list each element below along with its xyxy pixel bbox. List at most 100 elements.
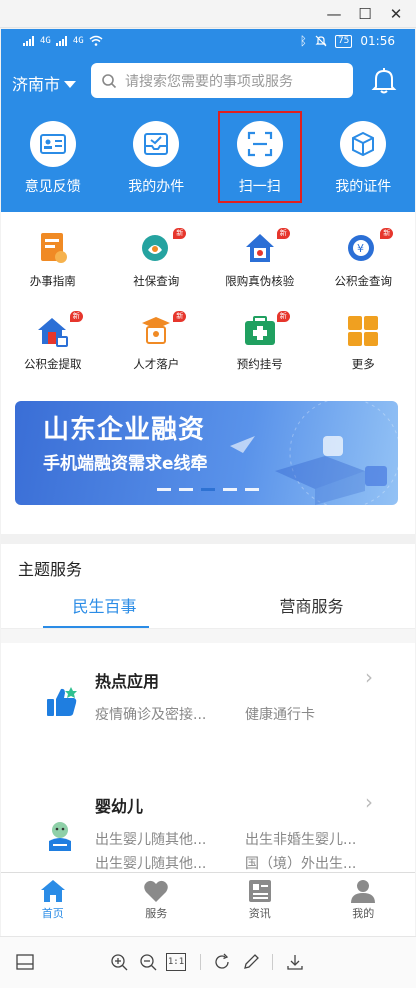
service-label: 办事指南: [29, 274, 76, 288]
cube-icon: [352, 131, 375, 157]
actual-size-button[interactable]: 1:1: [166, 953, 186, 971]
service-label: 预约挂号: [236, 357, 283, 371]
search-input[interactable]: 请搜索您需要的事项或服务: [91, 63, 353, 98]
window-titlebar: — ☐ ✕: [0, 0, 416, 28]
quick-action-my-cases[interactable]: 我的办件: [105, 113, 209, 201]
zoom-in-icon[interactable]: [108, 951, 130, 973]
bottom-tab-bar: 首页 服务 资讯 我的: [1, 872, 415, 926]
service-social-security[interactable]: 新 社保查询: [105, 212, 209, 289]
banner-subtitle: 手机端融资需求e线牵: [43, 454, 208, 474]
quick-action-my-certificates[interactable]: 我的证件: [312, 113, 416, 201]
tabbar-label: 我的: [352, 907, 375, 920]
wifi-icon: [89, 35, 103, 46]
clock: 01:56: [360, 34, 395, 48]
tabbar-me[interactable]: 我的: [312, 873, 416, 926]
feedback-card-icon: [39, 134, 66, 154]
toolbar-divider: [272, 954, 273, 970]
tab-livelihood[interactable]: 民生百事: [1, 589, 208, 628]
network-type-1: 4G: [40, 35, 51, 46]
topic-card-hot-apps[interactable]: 热点应用 › 疫情确诊及密接... 健康通行卡: [1, 643, 415, 753]
carousel-dot[interactable]: [179, 488, 193, 491]
tabbar-news[interactable]: 资讯: [208, 873, 312, 926]
search-icon: [102, 73, 117, 88]
person-icon: [351, 880, 376, 903]
new-badge: 新: [276, 311, 290, 322]
carousel-dot-active[interactable]: [201, 488, 215, 491]
fund-query-icon: ¥: [348, 235, 375, 261]
quick-action-label: 我的证件: [335, 179, 392, 195]
heart-icon: [144, 880, 169, 902]
service-house-verify[interactable]: 新 限购真伪核验: [208, 212, 312, 289]
quick-action-feedback[interactable]: 意见反馈: [1, 113, 105, 201]
service-appointment[interactable]: 新 预约挂号: [208, 295, 312, 372]
card-link[interactable]: 国（境）外出生...: [245, 853, 356, 873]
fund-withdraw-icon: [37, 318, 68, 347]
service-more[interactable]: 更多: [312, 295, 416, 372]
close-button[interactable]: ✕: [382, 3, 410, 25]
service-guide[interactable]: 办事指南: [1, 212, 105, 289]
topic-card-infant[interactable]: 婴幼儿 › 出生婴儿随其他... 出生非婚生婴儿... 出生婴儿随其他... 国…: [1, 771, 415, 872]
tabbar-services[interactable]: 服务: [105, 873, 209, 926]
card-link[interactable]: 疫情确诊及密接...: [95, 704, 206, 724]
toolbar-divider: [200, 954, 201, 970]
minimize-button[interactable]: —: [320, 3, 348, 25]
banner-title: 山东企业融资: [43, 415, 206, 445]
chevron-right-icon[interactable]: ›: [365, 665, 373, 689]
search-placeholder: 请搜索您需要的事项或服务: [125, 73, 293, 90]
card-link[interactable]: 出生婴儿随其他...: [95, 853, 206, 873]
header-area: 4G 4G ᛒ 75 01:56 济南市 请搜索您需要的事项或服务 意见反馈 我…: [1, 29, 415, 212]
service-fund-query[interactable]: ¥ 新 公积金查询: [312, 212, 416, 289]
bluetooth-icon: ᛒ: [299, 34, 307, 48]
svg-text:¥: ¥: [357, 242, 364, 255]
card-link[interactable]: 出生非婚生婴儿...: [245, 829, 356, 849]
tabbar-label: 服务: [145, 907, 168, 920]
promo-banner[interactable]: 山东企业融资 手机端融资需求e线牵: [15, 401, 398, 505]
new-badge: 新: [380, 228, 394, 239]
quick-action-scan[interactable]: 扫一扫: [217, 111, 302, 203]
mute-icon: [315, 35, 327, 47]
tabbar-label: 首页: [41, 907, 64, 920]
quick-actions: 意见反馈 我的办件 扫一扫 我的证件: [1, 111, 416, 203]
city-selector[interactable]: 济南市: [12, 71, 77, 95]
service-label: 限购真伪核验: [225, 274, 295, 288]
tabbar-home[interactable]: 首页: [1, 873, 105, 926]
house-verify-icon: [245, 234, 274, 262]
download-icon[interactable]: [284, 951, 306, 973]
card-link[interactable]: 出生婴儿随其他...: [95, 829, 206, 849]
zoom-out-icon[interactable]: [137, 951, 159, 973]
quick-action-label: 意见反馈: [24, 179, 81, 195]
phone-screen: 4G 4G ᛒ 75 01:56 济南市 请搜索您需要的事项或服务 意见反馈 我…: [1, 29, 415, 936]
news-icon: [248, 880, 271, 902]
new-badge: 新: [173, 228, 187, 239]
carousel-dot[interactable]: [223, 488, 237, 491]
tab-business[interactable]: 营商服务: [208, 589, 415, 628]
layout-toggle-icon[interactable]: [14, 951, 36, 973]
talent-icon: [142, 317, 171, 344]
network-type-2: 4G: [72, 35, 84, 46]
edit-pencil-icon[interactable]: [240, 951, 262, 973]
dropdown-triangle-icon: [64, 80, 77, 88]
service-label: 更多: [351, 357, 375, 371]
status-bar: 4G 4G ᛒ 75 01:56: [1, 29, 415, 57]
card-link[interactable]: 健康通行卡: [245, 704, 315, 724]
service-label: 社保查询: [133, 274, 180, 288]
signal-icon: [23, 35, 34, 46]
home-icon: [40, 880, 65, 902]
maximize-button[interactable]: ☐: [351, 3, 379, 25]
chevron-right-icon[interactable]: ›: [365, 790, 373, 814]
topic-tabs: 民生百事 营商服务: [1, 589, 415, 629]
service-fund-withdraw[interactable]: 新 公积金提取: [1, 295, 105, 372]
rotate-icon[interactable]: [211, 951, 233, 973]
service-label: 公积金查询: [334, 274, 393, 288]
bell-icon[interactable]: [371, 67, 397, 95]
thumbs-up-icon: [47, 687, 77, 716]
new-badge: 新: [69, 311, 83, 322]
carousel-dot[interactable]: [157, 488, 171, 491]
service-label: 人才落户: [133, 357, 180, 371]
carousel-indicator: [157, 488, 259, 491]
section-divider: [1, 534, 415, 544]
service-grid: 办事指南 新 社保查询 新 限购真伪核验 ¥ 新 公积金查询 新 公积金提取 新…: [1, 212, 415, 372]
new-badge: 新: [276, 228, 290, 239]
carousel-dot[interactable]: [245, 488, 259, 491]
service-talent-settlement[interactable]: 新 人才落户: [105, 295, 209, 372]
